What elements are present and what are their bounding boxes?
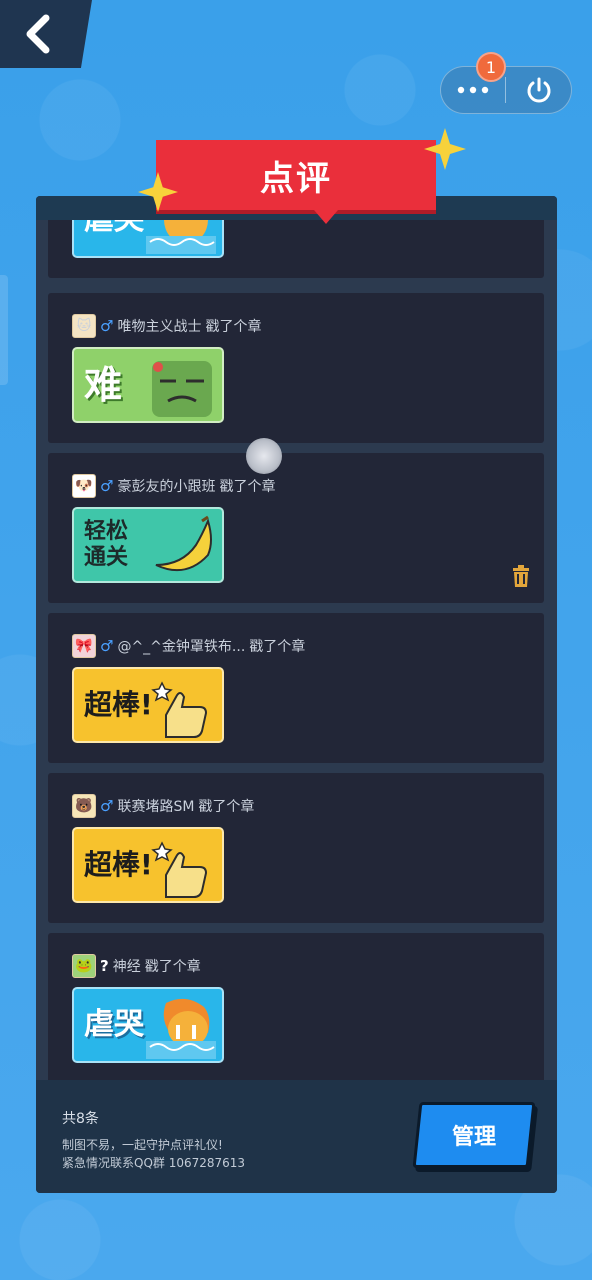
gender-icon: ♂ <box>100 317 114 335</box>
thumbs-up-icon <box>151 681 208 738</box>
card-header: 🐸 ? 神经 戳了个章 <box>72 953 201 979</box>
review-card: 🐶 ♂ 豪彭友的小跟班 戳了个章 轻松 通关 <box>48 453 544 603</box>
power-icon <box>527 77 550 103</box>
user-name[interactable]: 豪彭友的小跟班 <box>117 476 215 496</box>
user-name[interactable]: 联赛堵路SM <box>117 796 194 816</box>
card-header: 🐻 ♂ 联赛堵路SM 戳了个章 <box>72 793 254 819</box>
card-header: 🎀 ♂ @^_^金钟罩铁布... 戳了个章 <box>72 633 305 659</box>
action-text: 戳了个章 <box>219 479 276 495</box>
trash-icon[interactable] <box>512 565 530 587</box>
user-avatar[interactable]: 🐸 <box>72 954 96 978</box>
banana-icon <box>155 515 212 572</box>
touch-indicator <box>246 438 282 474</box>
user-avatar[interactable]: 🐶 <box>72 474 96 498</box>
user-avatar[interactable]: 🐱 <box>72 314 96 338</box>
user-name[interactable]: 唯物主义战士 <box>117 316 201 336</box>
notification-badge: 1 <box>476 52 506 82</box>
gender-icon: ♂ <box>100 477 114 495</box>
etiquette-note: 制图不易，一起守护点评礼仪! <box>62 1138 223 1152</box>
action-text: 戳了个章 <box>249 639 306 655</box>
tired-face-icon <box>152 361 212 417</box>
crying-face-icon <box>146 220 216 254</box>
sticker-image: 虐哭 <box>72 987 224 1063</box>
card-header: 🐱 ♂ 唯物主义战士 戳了个章 <box>72 313 261 339</box>
manage-button[interactable]: 管理 <box>412 1102 536 1168</box>
gender-icon: ? <box>100 957 109 975</box>
contact-note: 紧急情况联系QQ群 1067287613 <box>62 1156 246 1170</box>
sticker-image: 难 <box>72 347 224 423</box>
review-panel: 虐哭 🐱 ♂ 唯物主义战士 戳了个章 难 <box>36 196 557 1193</box>
more-dots-icon <box>457 86 489 94</box>
user-avatar[interactable]: 🎀 <box>72 634 96 658</box>
review-card: 🎀 ♂ @^_^金钟罩铁布... 戳了个章 超棒! <box>48 613 544 763</box>
title-ribbon: 点评 <box>156 140 436 224</box>
action-text: 戳了个章 <box>198 799 255 815</box>
sparkle-icon <box>138 172 178 212</box>
review-card: 🐸 ? 神经 戳了个章 虐哭 <box>48 933 544 1080</box>
user-name[interactable]: @^_^金钟罩铁布... <box>117 636 245 656</box>
review-card: 🐻 ♂ 联赛堵路SM 戳了个章 超棒! <box>48 773 544 923</box>
review-card: 🐱 ♂ 唯物主义战士 戳了个章 难 <box>48 293 544 443</box>
action-text: 戳了个章 <box>144 959 201 975</box>
total-count: 共8条 <box>62 1111 99 1127</box>
page-title: 点评 <box>260 158 332 199</box>
thumbs-up-icon <box>151 841 208 898</box>
user-name[interactable]: 神经 <box>113 956 141 976</box>
sticker-image: 轻松 通关 <box>72 507 224 583</box>
sticker-image: 超棒! <box>72 827 224 903</box>
mini-program-capsule <box>440 66 572 114</box>
card-header: 🐶 ♂ 豪彭友的小跟班 戳了个章 <box>72 473 275 499</box>
edge-handle <box>0 275 8 385</box>
chevron-left-icon <box>26 14 50 54</box>
gender-icon: ♂ <box>100 797 114 815</box>
crying-face-icon <box>146 998 216 1059</box>
exit-button[interactable] <box>506 67 571 113</box>
back-button[interactable] <box>0 0 92 68</box>
sticker-image: 虐哭 <box>72 220 224 258</box>
user-avatar[interactable]: 🐻 <box>72 794 96 818</box>
sparkle-icon <box>424 128 466 170</box>
review-card: 虐哭 <box>48 220 544 278</box>
action-text: 戳了个章 <box>205 319 262 335</box>
panel-footer: 共8条 制图不易，一起守护点评礼仪! 紧急情况联系QQ群 1067287613 … <box>36 1080 557 1193</box>
gender-icon: ♂ <box>100 637 114 655</box>
sticker-image: 超棒! <box>72 667 224 743</box>
review-list[interactable]: 虐哭 🐱 ♂ 唯物主义战士 戳了个章 难 <box>36 220 557 1080</box>
